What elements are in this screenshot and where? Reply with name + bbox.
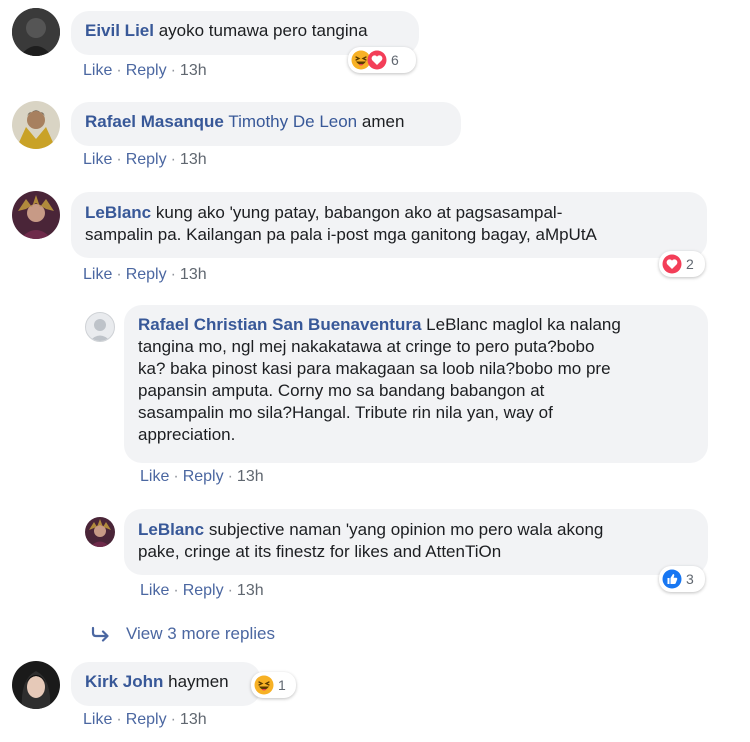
avatar[interactable] xyxy=(85,517,115,547)
comment-author[interactable]: Rafael Masanque xyxy=(85,112,224,131)
reply-bubble: Rafael Christian San Buenaventura LeBlan… xyxy=(124,305,708,463)
reaction-count: 2 xyxy=(686,256,694,272)
comment-text: ayoko tumawa pero tangina xyxy=(158,21,368,40)
reply-link[interactable]: Reply xyxy=(126,62,167,79)
reply-text: papansin amputa. Corny mo sa bandang bab… xyxy=(138,381,545,400)
reply-bubble: LeBlanc subjective naman 'yang opinion m… xyxy=(124,509,708,575)
comment-actions: Like · Reply · 13h xyxy=(83,711,207,728)
tagged-user[interactable]: Timothy De Leon xyxy=(228,112,357,131)
reply-text: sasampalin mo sila?Hangal. Tribute rin n… xyxy=(138,403,553,422)
avatar[interactable] xyxy=(12,8,60,56)
reaction-count: 3 xyxy=(686,571,694,587)
like-link[interactable]: Like xyxy=(83,711,112,728)
avatar-image xyxy=(12,8,60,56)
reply-text: tangina mo, ngl mej nakakatawa at cringe… xyxy=(138,337,595,356)
comment-author[interactable]: Kirk John xyxy=(85,672,163,691)
timestamp[interactable]: 13h xyxy=(180,62,207,79)
like-link[interactable]: Like xyxy=(83,151,112,168)
like-link[interactable]: Like xyxy=(83,266,112,283)
reply-text: LeBlanc maglol ka nalang xyxy=(426,315,621,334)
comment-actions: Like · Reply · 13h xyxy=(83,151,207,168)
comment-actions: Like · Reply · 13h xyxy=(83,62,207,79)
reply-arrow-icon xyxy=(91,626,109,642)
comment-text: kung ako 'yung patay, babangon ako at pa… xyxy=(155,203,563,222)
timestamp[interactable]: 13h xyxy=(180,266,207,283)
comment-bubble: Rafael Masanque Timothy De Leon amen xyxy=(71,102,461,146)
comment-text: haymen xyxy=(168,672,229,691)
timestamp[interactable]: 13h xyxy=(180,711,207,728)
love-icon xyxy=(662,254,682,274)
reply-actions: Like · Reply · 13h xyxy=(140,468,264,485)
comment-text: sampalin pa. Kailangan pa pala i-post mg… xyxy=(85,225,597,244)
avatar[interactable] xyxy=(12,661,60,709)
like-link[interactable]: Like xyxy=(140,468,169,485)
like-link[interactable]: Like xyxy=(83,62,112,79)
reply-actions: Like · Reply · 13h xyxy=(140,582,264,599)
reaction-count: 1 xyxy=(278,677,286,693)
comment-author[interactable]: LeBlanc xyxy=(85,203,151,222)
like-icon xyxy=(662,569,682,589)
reply-author[interactable]: Rafael Christian San Buenaventura xyxy=(138,315,421,334)
reply-author[interactable]: LeBlanc xyxy=(138,520,204,539)
reply-text: appreciation. xyxy=(138,425,236,444)
avatar-image xyxy=(12,661,60,709)
reply-link[interactable]: Reply xyxy=(183,468,224,485)
reply-link[interactable]: Reply xyxy=(126,711,167,728)
reply-link[interactable]: Reply xyxy=(126,266,167,283)
reaction-summary[interactable]: 6 xyxy=(348,47,416,73)
love-icon xyxy=(367,50,387,70)
reaction-summary[interactable]: 2 xyxy=(659,251,705,277)
avatar[interactable] xyxy=(12,191,60,239)
reply-text: pake, cringe at its finestz for likes an… xyxy=(138,542,502,561)
timestamp[interactable]: 13h xyxy=(237,468,264,485)
view-more-replies-label[interactable]: View 3 more replies xyxy=(126,624,275,644)
reply-link[interactable]: Reply xyxy=(126,151,167,168)
comment-author[interactable]: Eivil Liel xyxy=(85,21,154,40)
timestamp[interactable]: 13h xyxy=(180,151,207,168)
comment-actions: Like · Reply · 13h xyxy=(83,266,207,283)
avatar-image xyxy=(12,101,60,149)
view-more-replies-link[interactable]: View 3 more replies xyxy=(90,624,275,644)
comment-text: amen xyxy=(361,112,405,131)
like-link[interactable]: Like xyxy=(140,582,169,599)
avatar-image xyxy=(12,191,60,239)
default-avatar-icon xyxy=(89,319,111,341)
reaction-summary[interactable]: 1 xyxy=(251,672,296,698)
haha-icon xyxy=(254,675,274,695)
comment-bubble: Kirk John haymen xyxy=(71,662,261,706)
comment-bubble: LeBlanc kung ako 'yung patay, babangon a… xyxy=(71,192,707,258)
timestamp[interactable]: 13h xyxy=(237,582,264,599)
reply-link[interactable]: Reply xyxy=(183,582,224,599)
reply-text: ka? baka pinost kasi para makagaan sa lo… xyxy=(138,359,611,378)
avatar[interactable] xyxy=(12,101,60,149)
reaction-count: 6 xyxy=(391,52,399,68)
reply-text: subjective naman 'yang opinion mo pero w… xyxy=(208,520,604,539)
avatar-image xyxy=(85,517,115,547)
avatar[interactable] xyxy=(85,312,115,342)
reaction-summary[interactable]: 3 xyxy=(659,566,705,592)
